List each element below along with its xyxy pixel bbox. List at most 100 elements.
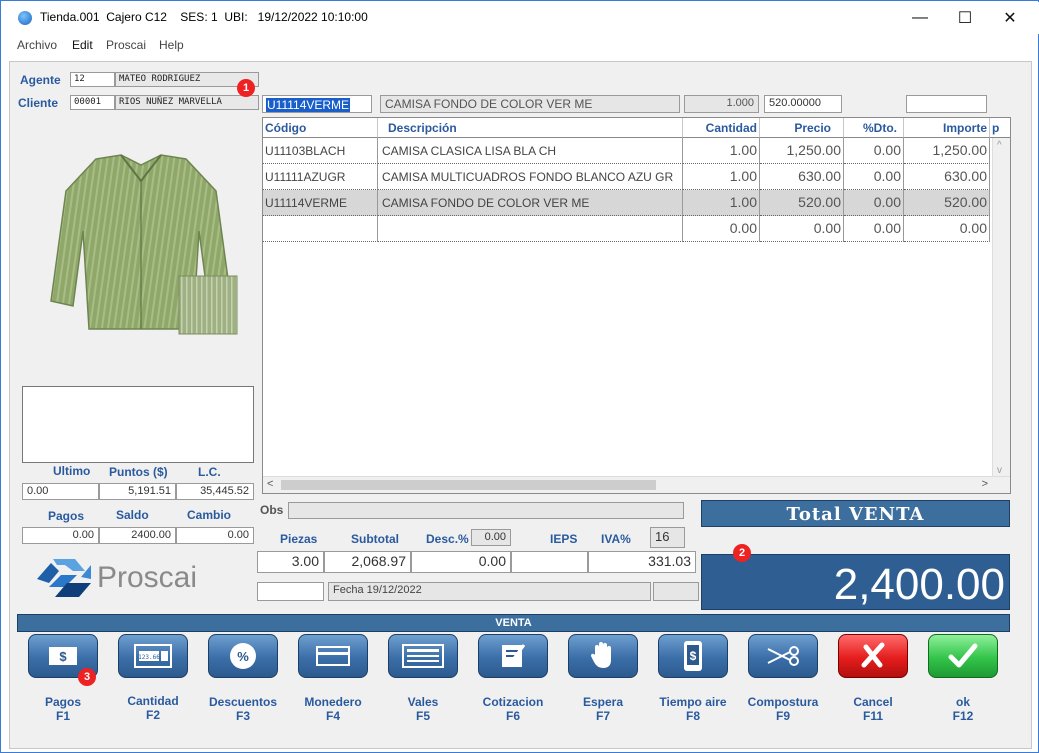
marker-badge-2: 2 xyxy=(733,544,751,562)
col-cantidad[interactable]: Cantidad xyxy=(683,118,760,138)
col-p[interactable]: p xyxy=(990,118,1010,138)
table-row-cell-dto[interactable]: 0.00 xyxy=(844,190,904,216)
maximize-button[interactable]: ☐ xyxy=(942,2,988,34)
client-code-field[interactable]: 00001 xyxy=(70,95,115,110)
table-row-cell-desc[interactable]: CAMISA FONDO DE COLOR VER ME xyxy=(378,190,683,216)
cancel-button[interactable] xyxy=(838,634,908,678)
ultimo-value: 0.00 xyxy=(22,483,99,500)
menu-proscai[interactable]: Proscai xyxy=(106,38,146,52)
title-bar: Tienda.001 Cajero C12 SES: 1 UBI: 19/12/… xyxy=(2,2,1039,34)
entry-quantity-field[interactable]: 1.000 xyxy=(684,95,759,113)
lc-value: 35,445.52 xyxy=(176,483,254,500)
table-row-cell-importe[interactable]: 1,250.00 xyxy=(904,138,990,164)
cantidad-button[interactable]: 123.66 xyxy=(118,634,188,678)
table-row-cell-code[interactable]: U11103BLACH xyxy=(263,138,378,164)
piezas-value: 3.00 xyxy=(257,551,324,573)
status-left-field xyxy=(257,582,324,601)
minimize-button[interactable]: — xyxy=(897,2,943,34)
entry-extra-field[interactable] xyxy=(906,95,987,113)
col-descripcion[interactable]: Descripción xyxy=(378,118,683,138)
ok-button[interactable] xyxy=(928,634,998,678)
marker-badge-1: 1 xyxy=(237,79,255,97)
desc-label: Desc.% xyxy=(426,532,469,546)
table-row-cell-dto[interactable]: 0.00 xyxy=(844,164,904,190)
grid-horizontal-scrollbar[interactable]: < > xyxy=(263,476,1010,493)
iva-value: 331.03 xyxy=(588,551,696,573)
table-row-cell-price[interactable]: 0.00 xyxy=(760,216,844,242)
table-row-cell-qty[interactable]: 1.00 xyxy=(683,164,760,190)
ultimo-label: Ultimo xyxy=(53,464,91,478)
table-row-cell-importe[interactable]: 0.00 xyxy=(904,216,990,242)
table-row-cell-price[interactable]: 520.00 xyxy=(760,190,844,216)
monedero-button[interactable] xyxy=(298,634,368,678)
scroll-down-icon[interactable]: v xyxy=(997,465,1002,476)
table-row-cell-qty[interactable]: 1.00 xyxy=(683,190,760,216)
quote-edit-icon xyxy=(502,644,526,667)
compostura-button-label: Compostura F9 xyxy=(747,695,819,723)
hand-stop-icon xyxy=(591,642,611,668)
col-codigo[interactable]: Código xyxy=(263,118,378,138)
descuentos-button[interactable]: % xyxy=(208,634,278,678)
menu-edit[interactable]: Edit xyxy=(72,38,93,52)
menu-help[interactable]: Help xyxy=(159,38,184,52)
cotizacion-button-label: Cotizacion F6 xyxy=(482,695,544,723)
puntos-value: 5,191.51 xyxy=(99,483,176,500)
agent-code-field[interactable]: 12 xyxy=(70,72,115,87)
lc-label: L.C. xyxy=(198,465,221,479)
scroll-thumb[interactable] xyxy=(281,480,656,490)
table-row-cell-desc[interactable]: CAMISA MULTICUADROS FONDO BLANCO AZU GR xyxy=(378,164,683,190)
col-importe[interactable]: Importe xyxy=(904,118,990,138)
cancel-x-icon xyxy=(861,642,885,668)
piezas-label: Piezas xyxy=(280,532,318,546)
table-row-cell-code[interactable] xyxy=(263,216,378,242)
scroll-up-icon[interactable]: ^ xyxy=(997,140,1002,151)
vales-button[interactable] xyxy=(388,634,458,678)
table-row-cell-desc[interactable] xyxy=(378,216,683,242)
col-precio[interactable]: Precio xyxy=(760,118,844,138)
close-button[interactable]: ✕ xyxy=(987,2,1033,34)
espera-button[interactable] xyxy=(568,634,638,678)
cotizacion-button[interactable] xyxy=(478,634,548,678)
table-row-cell-price[interactable]: 1,250.00 xyxy=(760,138,844,164)
ieps-label: IEPS xyxy=(550,532,578,546)
desc-pct-field[interactable]: 0.00 xyxy=(471,529,511,546)
puntos-label: Puntos ($) xyxy=(109,465,168,479)
scroll-left-icon[interactable]: < xyxy=(267,478,273,490)
client-name-field: RIOS NUÑEZ MARVELLA xyxy=(115,95,259,110)
pagos-button-label: Pagos F1 xyxy=(44,695,81,723)
table-row-cell-importe[interactable]: 630.00 xyxy=(904,164,990,190)
svg-text:$: $ xyxy=(690,649,697,663)
compostura-button[interactable] xyxy=(748,634,818,678)
product-description-field: CAMISA FONDO DE COLOR VER ME xyxy=(380,95,680,113)
ieps-value xyxy=(511,551,588,573)
espera-button-label: Espera F7 xyxy=(582,695,624,723)
status-right-field xyxy=(653,582,699,601)
sale-items-grid[interactable]: Código Descripción Cantidad Precio %Dto.… xyxy=(262,117,1011,494)
table-row-cell-code[interactable]: U11114VERME xyxy=(263,190,378,216)
svg-text:%: % xyxy=(237,649,249,664)
table-row-cell-price[interactable]: 630.00 xyxy=(760,164,844,190)
tiempo-aire-button[interactable]: $ xyxy=(658,634,728,678)
phone-credit-icon: $ xyxy=(684,641,702,671)
table-row-cell-importe[interactable]: 520.00 xyxy=(904,190,990,216)
descuentos-button-label: Descuentos F3 xyxy=(208,695,278,723)
product-code-input[interactable]: U11114VERME xyxy=(262,95,372,113)
table-row-cell-dto[interactable]: 0.00 xyxy=(844,138,904,164)
proscai-logo-icon xyxy=(37,559,91,597)
scroll-right-icon[interactable]: > xyxy=(982,478,988,490)
svg-text:123.66: 123.66 xyxy=(138,654,160,661)
table-row-cell-qty[interactable]: 1.00 xyxy=(683,138,760,164)
col-dto[interactable]: %Dto. xyxy=(844,118,904,138)
obs-field[interactable] xyxy=(288,502,684,519)
menu-archivo[interactable]: Archivo xyxy=(17,38,57,52)
monedero-button-label: Monedero F4 xyxy=(304,695,362,723)
table-row-cell-qty[interactable]: 0.00 xyxy=(683,216,760,242)
agent-label: Agente xyxy=(20,73,61,87)
table-row-cell-dto[interactable]: 0.00 xyxy=(844,216,904,242)
iva-pct-field[interactable]: 16 xyxy=(650,527,685,548)
entry-price-field[interactable]: 520.00000 xyxy=(764,95,842,113)
grid-vertical-scrollbar[interactable]: ^ v xyxy=(992,138,1010,478)
table-row-cell-code[interactable]: U11111AZUGR xyxy=(263,164,378,190)
table-row-cell-desc[interactable]: CAMISA CLASICA LISA BLA CH xyxy=(378,138,683,164)
notes-box xyxy=(22,386,254,463)
